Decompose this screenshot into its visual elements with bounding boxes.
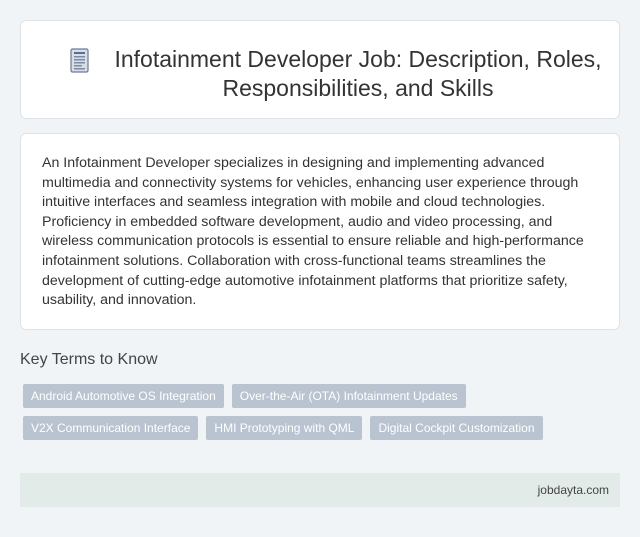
tag-row: V2X Communication Interface HMI Prototyp…	[23, 416, 543, 440]
tag-ota-updates[interactable]: Over-the-Air (OTA) Infotainment Updates	[231, 384, 466, 408]
tag-digital-cockpit[interactable]: Digital Cockpit Customization	[370, 416, 543, 440]
title-card: Infotainment Developer Job: Description,…	[20, 20, 620, 119]
tag-android-automotive[interactable]: Android Automotive OS Integration	[23, 384, 224, 408]
tag-row: Android Automotive OS Integration Over-t…	[23, 384, 466, 408]
footer-site-link[interactable]: jobdayta.com	[538, 483, 609, 497]
document-icon	[70, 48, 89, 73]
page-title: Infotainment Developer Job: Description,…	[114, 46, 602, 101]
tag-hmi-prototyping[interactable]: HMI Prototyping with QML	[206, 416, 363, 440]
description-text: An Infotainment Developer specializes in…	[42, 155, 584, 309]
tag-v2x-interface[interactable]: V2X Communication Interface	[23, 416, 199, 440]
footer: jobdayta.com	[20, 473, 620, 507]
key-terms-heading: Key Terms to Know	[20, 351, 158, 368]
description-card: An Infotainment Developer specializes in…	[20, 133, 620, 330]
